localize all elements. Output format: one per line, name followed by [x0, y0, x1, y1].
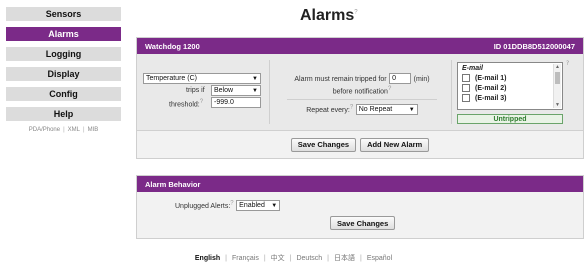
email-option[interactable]: (E-mail 3): [462, 94, 558, 102]
checkbox[interactable]: [462, 84, 470, 92]
repeat-label-text: Repeat every:: [306, 107, 350, 114]
sidebar-item-help[interactable]: Help: [6, 107, 121, 121]
tripped-label: Alarm must remain tripped for: [294, 76, 387, 83]
pda-phone-link[interactable]: PDA/Phone: [29, 127, 60, 133]
trips-if-label: trips if: [186, 87, 205, 94]
alarm-settings: Temperature (C) ▼ trips if Below ▼ thresho…: [137, 54, 583, 131]
unplugged-alerts-label: Unplugged Alerts:?: [175, 201, 234, 210]
scroll-thumb[interactable]: [555, 72, 560, 84]
alarm-panel-header: Watchdog 1200 ID 01DDB8D512000047: [137, 38, 583, 54]
repeat-select[interactable]: No Repeat ▼: [355, 104, 418, 115]
language-spanish[interactable]: Español: [367, 255, 392, 262]
status-badge: Untripped: [457, 114, 563, 124]
chevron-down-icon: ▼: [252, 87, 258, 94]
scroll-up-icon[interactable]: ▲: [554, 64, 561, 70]
repeat-row: Repeat every:? No Repeat ▼: [277, 104, 447, 115]
alarm-behavior-panel: Alarm Behavior Unplugged Alerts:? Enable…: [136, 175, 584, 239]
threshold-input[interactable]: -999.0: [211, 97, 261, 108]
checkbox[interactable]: [462, 74, 470, 82]
divider: [269, 60, 270, 124]
divider: |: [225, 255, 227, 262]
unplugged-alerts-select-value: Enabled: [239, 202, 265, 209]
scroll-down-icon[interactable]: ▼: [554, 102, 561, 108]
alarm-actions: Save Changes Add New Alarm: [137, 131, 583, 158]
divider: |: [289, 255, 292, 262]
alarm-panel: Watchdog 1200 ID 01DDB8D512000047 Temper…: [136, 37, 584, 159]
language-chinese[interactable]: 中文: [271, 255, 285, 262]
divider: [287, 99, 437, 100]
unplugged-alerts-select[interactable]: Enabled ▼: [236, 200, 281, 211]
add-new-alarm-button[interactable]: Add New Alarm: [360, 137, 430, 152]
chevron-down-icon: ▼: [252, 75, 258, 82]
page-title: Alarms?: [300, 7, 358, 25]
language-french[interactable]: Français: [232, 255, 259, 262]
divider: |: [327, 255, 329, 262]
scrollbar[interactable]: ▲ ▼: [553, 64, 561, 108]
alarm-behavior-body: Unplugged Alerts:? Enabled ▼ Save Changes: [137, 192, 583, 236]
chevron-down-icon: ▼: [408, 106, 415, 113]
divider: |: [63, 127, 65, 133]
save-changes-button[interactable]: Save Changes: [330, 216, 396, 230]
page-title-text: Alarms: [300, 7, 355, 24]
tripped-label-post-text: before notification: [332, 88, 388, 96]
sensor-select[interactable]: Temperature (C) ▼: [143, 73, 261, 84]
condition-select-value: Below: [214, 87, 234, 94]
tripped-unit: (min): [413, 76, 430, 83]
chevron-down-icon: ▼: [271, 202, 278, 209]
tripped-duration: Alarm must remain tripped for 0 (min) be…: [277, 73, 447, 95]
tripped-label-post: before notification?: [277, 86, 447, 95]
language-japanese[interactable]: 日本語: [334, 255, 355, 262]
help-icon[interactable]: ?: [350, 105, 353, 111]
sidebar-item-config[interactable]: Config: [6, 87, 121, 101]
sidebar-links: PDA/Phone | XML | MIB: [6, 127, 121, 133]
email-option-label: (E-mail 1): [475, 74, 507, 82]
tripped-minutes-input[interactable]: 0: [389, 73, 412, 84]
unplugged-alerts-label-text: Unplugged Alerts:: [175, 203, 231, 210]
help-icon[interactable]: ?: [230, 201, 233, 207]
language-bar: English | Français | 中文 | Deutsch | 日本語 | Español: [0, 253, 587, 263]
unplugged-alerts-row: Unplugged Alerts:? Enabled ▼: [175, 200, 281, 211]
checkbox[interactable]: [462, 94, 470, 102]
repeat-select-value: No Repeat: [358, 106, 393, 113]
email-recipient-list[interactable]: E-mail (E-mail 1) (E-mail 2) (E-mail 3) …: [457, 62, 563, 110]
sidebar-item-sensors[interactable]: Sensors: [6, 7, 121, 21]
sidebar-item-alarms[interactable]: Alarms: [6, 27, 121, 41]
help-icon[interactable]: ?: [354, 10, 357, 16]
mib-link[interactable]: MIB: [88, 127, 99, 133]
threshold-label: threshold:?: [169, 99, 203, 108]
email-list-header: E-mail: [462, 65, 484, 72]
email-option-label: (E-mail 3): [475, 94, 507, 102]
alarm-behavior-title: Alarm Behavior: [145, 179, 201, 189]
email-option-label: (E-mail 2): [475, 84, 507, 92]
email-option[interactable]: (E-mail 2): [462, 84, 558, 92]
device-name: Watchdog 1200: [145, 41, 200, 51]
repeat-label: Repeat every:?: [306, 105, 353, 114]
email-option[interactable]: (E-mail 1): [462, 74, 558, 82]
sidebar-item-display[interactable]: Display: [6, 67, 121, 81]
condition-select[interactable]: Below ▼: [211, 85, 261, 96]
sidebar-item-logging[interactable]: Logging: [6, 47, 121, 61]
help-icon[interactable]: ?: [200, 99, 203, 105]
divider: [451, 60, 452, 124]
save-changes-button[interactable]: Save Changes: [290, 137, 357, 152]
device-id: ID 01DDB8D512000047: [493, 41, 575, 51]
sidebar: Sensors Alarms Logging Display Config He…: [6, 7, 121, 133]
language-english[interactable]: English: [195, 255, 220, 262]
help-icon[interactable]: ?: [566, 60, 569, 67]
divider: |: [263, 255, 266, 262]
threshold-label-text: threshold:: [169, 101, 200, 109]
divider: |: [360, 255, 362, 262]
xml-link[interactable]: XML: [68, 127, 80, 133]
divider: |: [83, 127, 85, 133]
language-german[interactable]: Deutsch: [296, 255, 322, 262]
help-icon[interactable]: ?: [388, 86, 391, 92]
sensor-select-value: Temperature (C): [146, 75, 197, 82]
alarm-behavior-header: Alarm Behavior: [137, 176, 583, 192]
